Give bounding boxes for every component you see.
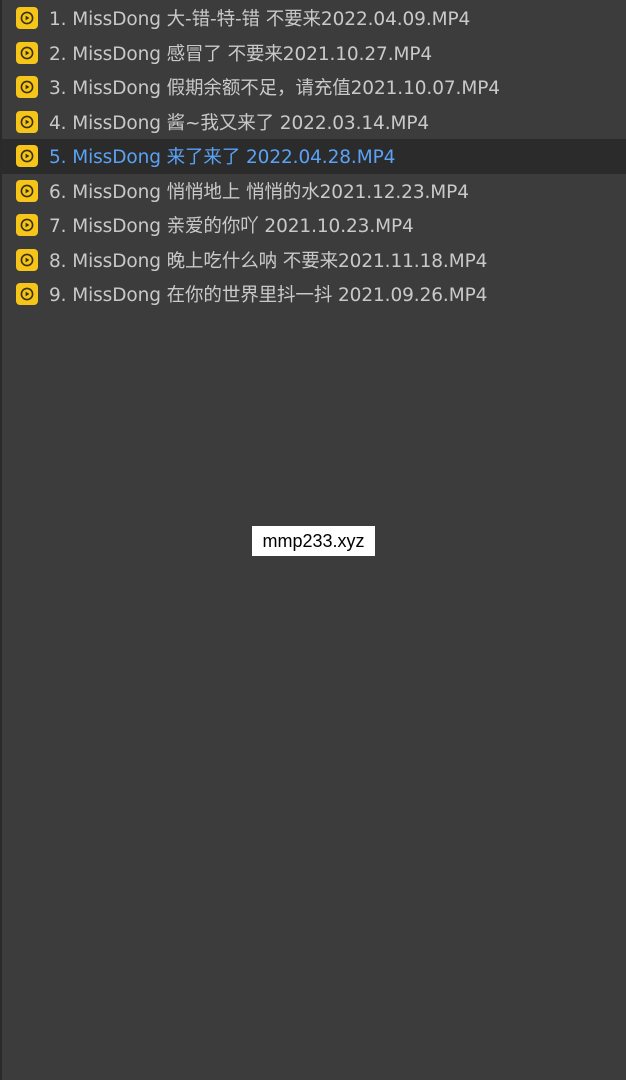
play-icon bbox=[16, 7, 38, 30]
playlist-item-label: 4. MissDong 酱~我又来了 2022.03.14.MP4 bbox=[49, 112, 430, 134]
playlist-item-label: 2. MissDong 感冒了 不要来2021.10.27.MP4 bbox=[49, 43, 433, 65]
play-icon bbox=[16, 145, 38, 168]
playlist-item-8[interactable]: 8. MissDong 晚上吃什么呐 不要来2021.11.18.MP4 bbox=[2, 243, 626, 278]
watermark: mmp233.xyz bbox=[252, 526, 375, 556]
playlist-items: 1. MissDong 大-错-特-错 不要来2022.04.09.MP4 2.… bbox=[2, 0, 626, 312]
playlist-item-1[interactable]: 1. MissDong 大-错-特-错 不要来2022.04.09.MP4 bbox=[2, 1, 626, 36]
playlist-item-2[interactable]: 2. MissDong 感冒了 不要来2021.10.27.MP4 bbox=[2, 36, 626, 71]
playlist-item-label: 7. MissDong 亲爱的你吖 2021.10.23.MP4 bbox=[49, 216, 414, 238]
playlist-item-5[interactable]: 5. MissDong 来了来了 2022.04.28.MP4 bbox=[2, 139, 626, 174]
play-icon bbox=[16, 41, 38, 64]
play-icon bbox=[16, 110, 38, 133]
playlist-item-label: 9. MissDong 在你的世界里抖一抖 2021.09.26.MP4 bbox=[49, 285, 488, 307]
play-icon bbox=[16, 76, 38, 99]
play-icon bbox=[16, 214, 38, 237]
playlist-item-3[interactable]: 3. MissDong 假期余额不足，请充值2021.10.07.MP4 bbox=[2, 70, 626, 105]
playlist-item-4[interactable]: 4. MissDong 酱~我又来了 2022.03.14.MP4 bbox=[2, 105, 626, 140]
playlist-item-7[interactable]: 7. MissDong 亲爱的你吖 2021.10.23.MP4 bbox=[2, 208, 626, 243]
play-icon bbox=[16, 283, 38, 306]
playlist-item-6[interactable]: 6. MissDong 悄悄地上 悄悄的水2021.12.23.MP4 bbox=[2, 174, 626, 209]
play-icon bbox=[16, 179, 38, 202]
playlist-item-9[interactable]: 9. MissDong 在你的世界里抖一抖 2021.09.26.MP4 bbox=[2, 277, 626, 312]
playlist-item-label: 6. MissDong 悄悄地上 悄悄的水2021.12.23.MP4 bbox=[49, 181, 469, 203]
playlist-item-label: 5. MissDong 来了来了 2022.04.28.MP4 bbox=[49, 147, 396, 169]
playlist-item-label: 3. MissDong 假期余额不足，请充值2021.10.07.MP4 bbox=[49, 78, 500, 100]
play-icon bbox=[16, 248, 38, 271]
playlist-item-label: 1. MissDong 大-错-特-错 不要来2022.04.09.MP4 bbox=[49, 9, 471, 31]
watermark-text: mmp233.xyz bbox=[262, 530, 365, 551]
playlist-item-label: 8. MissDong 晚上吃什么呐 不要来2021.11.18.MP4 bbox=[49, 250, 488, 272]
